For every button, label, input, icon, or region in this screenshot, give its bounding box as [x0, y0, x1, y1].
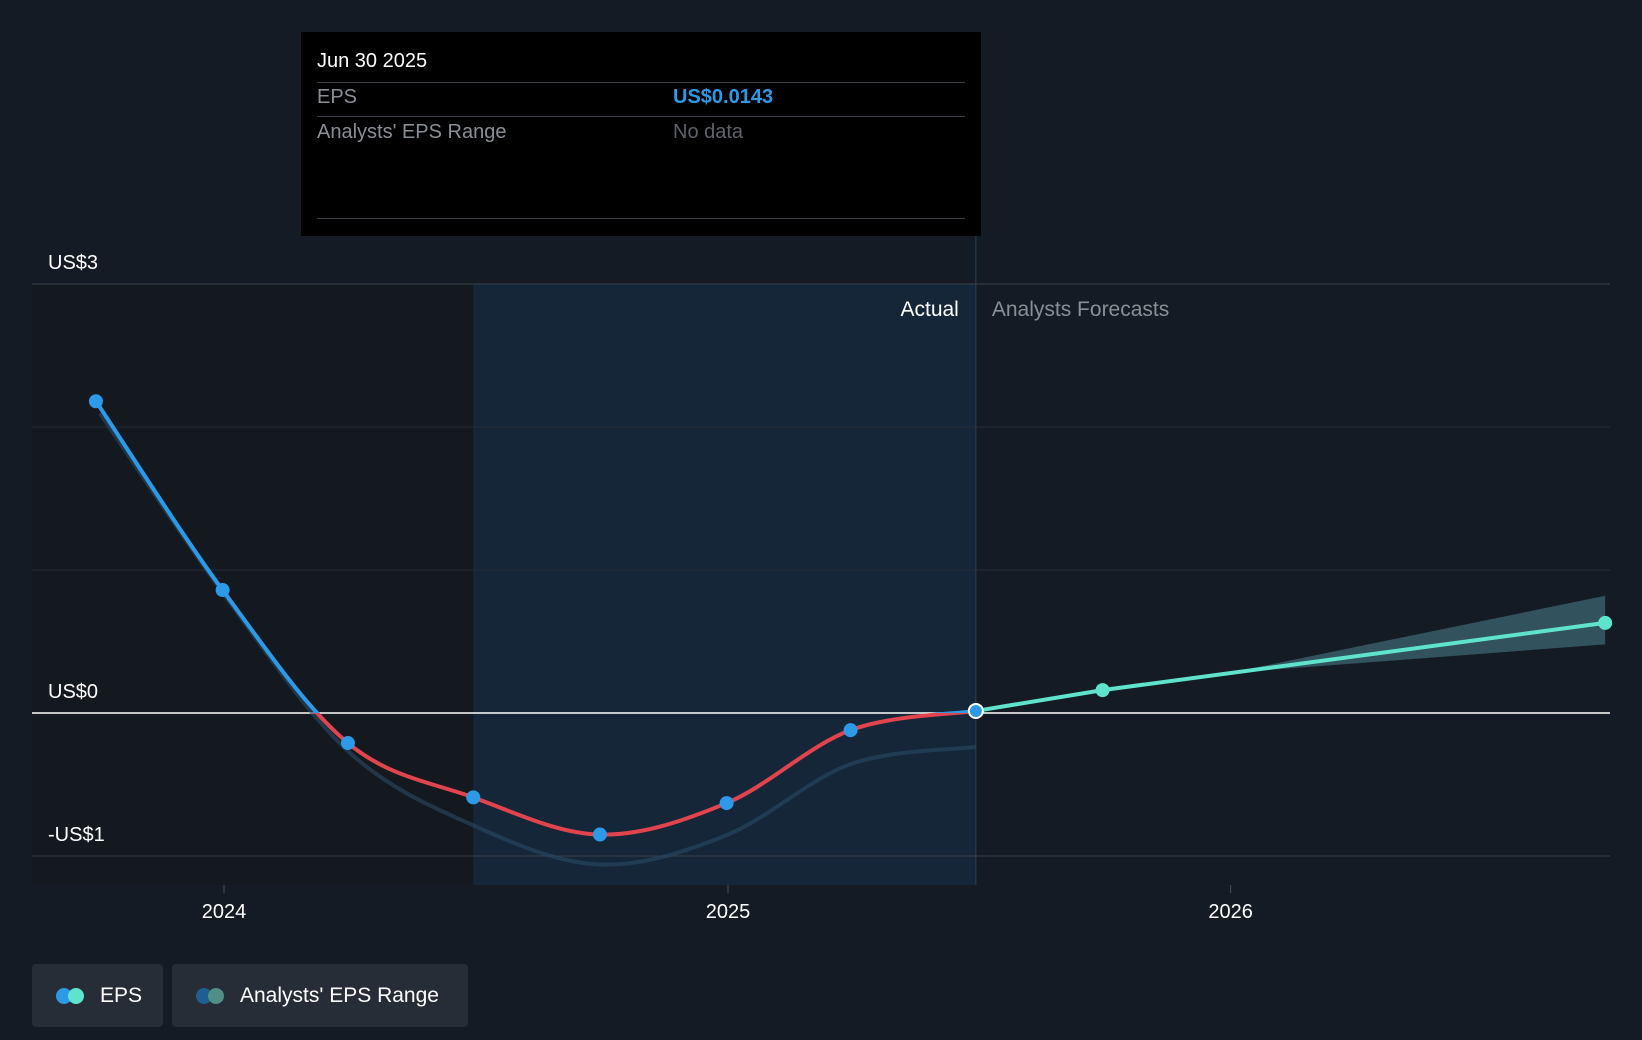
eps-data-point[interactable] [843, 723, 858, 738]
eps-data-point[interactable] [466, 790, 481, 805]
y-tick-label: US$3 [48, 252, 98, 274]
forecast-section-label: Analysts Forecasts [992, 298, 1169, 321]
tooltip-range-value: No data [673, 121, 744, 143]
x-tick-label: 2026 [1208, 901, 1253, 923]
eps-tooltip: Jun 30 2025 EPS US$0.0143 Analysts' EPS … [301, 32, 981, 236]
eps-forecast-point[interactable] [1598, 615, 1613, 630]
eps-data-point[interactable] [340, 736, 355, 751]
eps-data-point[interactable] [592, 827, 607, 842]
y-tick-label: -US$1 [48, 824, 105, 846]
legend-eps-label: EPS [100, 983, 143, 1007]
eps-legend-icon [56, 987, 88, 1005]
actual-section-label: Actual [900, 298, 958, 321]
tooltip-eps-label: EPS [317, 86, 358, 108]
legend-item-eps-range[interactable]: Analysts' EPS Range [172, 964, 468, 1027]
eps-range-legend-icon [196, 987, 228, 1005]
tooltip-divider [317, 82, 965, 83]
x-tick-label: 2025 [706, 901, 751, 923]
tooltip-eps-value: US$0.0143 [673, 86, 774, 108]
forecast-range-band [1102, 595, 1606, 691]
eps-forecast-line [973, 620, 1608, 713]
eps-data-point[interactable] [215, 583, 230, 598]
x-axis-ticks: 2024 2025 2026 [202, 885, 1253, 923]
actual-period-highlight [473, 284, 976, 885]
y-tick-label: US$0 [48, 681, 98, 703]
eps-data-point[interactable] [719, 796, 734, 811]
legend-range-label: Analysts' EPS Range [240, 983, 439, 1007]
tooltip-range-label: Analysts' EPS Range [317, 121, 507, 143]
x-tick-label: 2024 [202, 901, 247, 923]
legend-item-eps[interactable]: EPS [32, 964, 163, 1027]
tooltip-divider [317, 116, 965, 117]
tooltip-date: Jun 30 2025 [317, 50, 428, 72]
eps-data-point[interactable] [88, 394, 103, 409]
tooltip-divider [317, 218, 965, 219]
eps-data-point[interactable] [967, 702, 984, 719]
eps-forecast-point[interactable] [1095, 683, 1110, 698]
